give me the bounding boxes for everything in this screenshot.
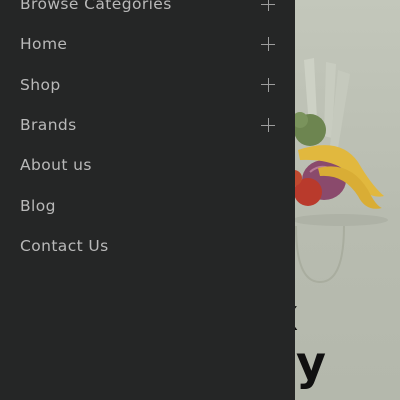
- menu-item-shop[interactable]: Shop: [0, 65, 295, 105]
- menu-item-label: Contact Us: [20, 236, 109, 255]
- menu-item-label: Blog: [20, 196, 56, 215]
- menu-item-label: Home: [20, 35, 68, 54]
- vegetables-image: [286, 58, 388, 284]
- menu-item-about-us[interactable]: About us: [0, 145, 295, 185]
- plus-icon[interactable]: [261, 118, 275, 133]
- menu-item-brands[interactable]: Brands: [0, 105, 295, 145]
- menu-item-label: About us: [20, 156, 92, 175]
- mobile-menu-drawer: Browse Categories Home Shop Brands About…: [0, 0, 295, 400]
- menu-item-browse-categories[interactable]: Browse Categories: [0, 0, 295, 24]
- menu-item-label: Shop: [20, 75, 61, 94]
- plus-icon[interactable]: [261, 77, 275, 92]
- plus-icon[interactable]: [261, 0, 275, 12]
- plus-icon[interactable]: [261, 37, 275, 52]
- hero-heading-line-2: y: [296, 336, 326, 390]
- menu-item-label: Browse Categories: [20, 0, 172, 14]
- menu-item-label: Brands: [20, 116, 77, 135]
- mobile-menu-list: Browse Categories Home Shop Brands About…: [0, 0, 295, 266]
- menu-item-contact-us[interactable]: Contact Us: [0, 226, 295, 266]
- menu-item-blog[interactable]: Blog: [0, 185, 295, 225]
- menu-item-home[interactable]: Home: [0, 24, 295, 64]
